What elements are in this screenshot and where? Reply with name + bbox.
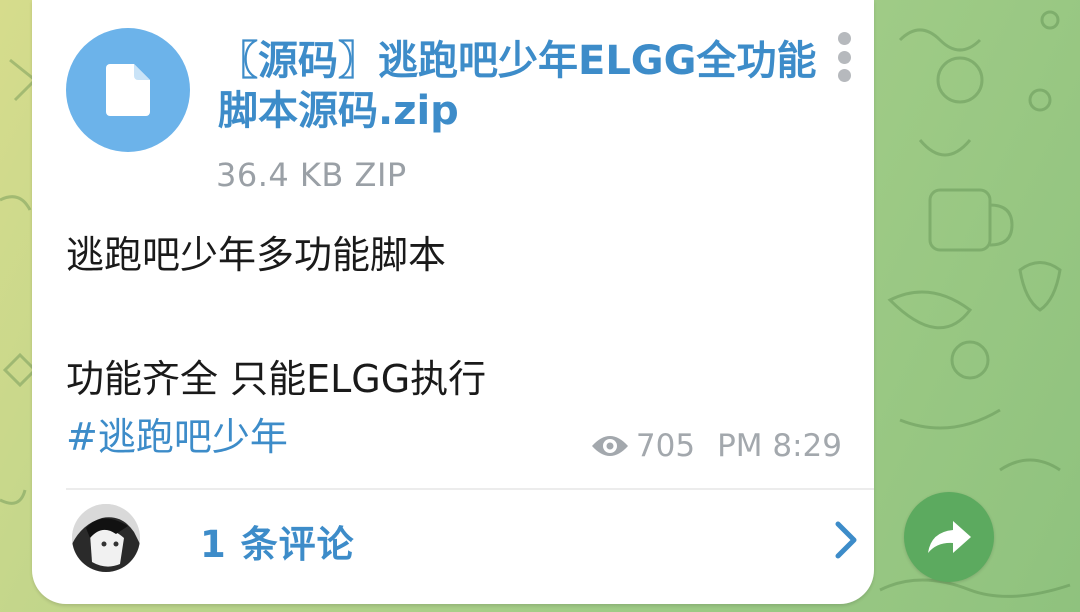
eye-icon (591, 436, 628, 456)
view-count: 705 (635, 428, 696, 464)
document-icon (106, 64, 150, 116)
file-download-button[interactable] (66, 28, 190, 152)
chevron-right-icon (835, 521, 857, 559)
file-size-label: 36.4 KB ZIP (216, 156, 407, 194)
hashtag-link[interactable]: #逃跑吧少年 (66, 406, 288, 461)
message-time: PM 8:29 (717, 428, 842, 464)
share-forward-button[interactable] (904, 492, 994, 582)
message-bubble: 〖源码〗逃跑吧少年ELGG全功能脚本源码.zip 36.4 KB ZIP 逃跑吧… (32, 0, 874, 604)
comments-label: 1 条评论 (200, 523, 355, 566)
message-text-line-1: 逃跑吧少年多功能脚本 (66, 233, 447, 277)
commenter-avatar (72, 504, 140, 572)
message-text-line-2: 功能齐全 只能ELGG执行 (66, 357, 487, 401)
file-name-link[interactable]: 〖源码〗逃跑吧少年ELGG全功能脚本源码.zip (218, 36, 818, 136)
divider (66, 488, 874, 490)
forward-arrow-icon (928, 521, 971, 553)
more-options-icon[interactable] (834, 32, 854, 82)
message-meta: 705 PM 8:29 (590, 428, 842, 464)
comments-button[interactable]: 1 条评论 (66, 504, 874, 578)
